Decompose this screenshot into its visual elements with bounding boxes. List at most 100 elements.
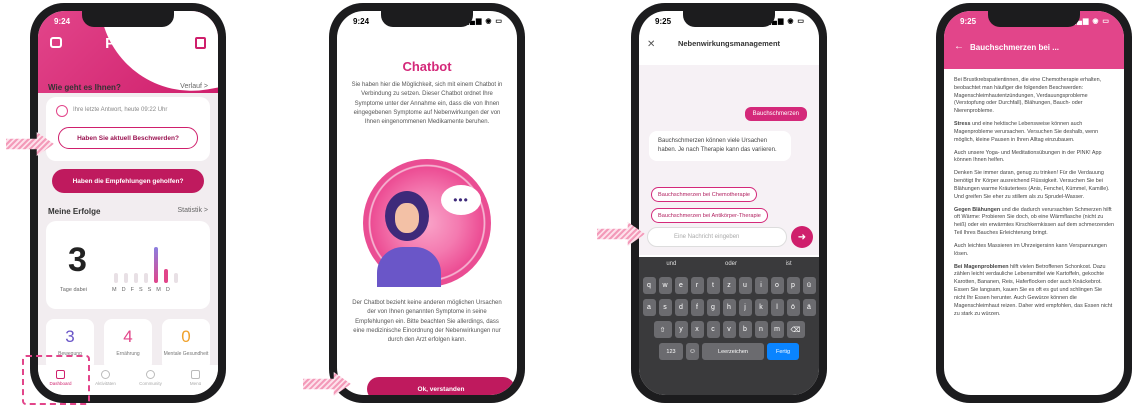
key-w[interactable]: w <box>658 277 672 294</box>
emoji-key[interactable]: ☺ <box>686 343 699 360</box>
key-n[interactable]: n <box>754 321 768 338</box>
article-paragraph: Stress und eine hektische Lebensweise kö… <box>954 121 1114 144</box>
dashboard-tab-highlight <box>22 355 90 405</box>
key-k[interactable]: k <box>754 299 768 316</box>
smiley-icon <box>56 105 68 117</box>
chat-title: Nebenwirkungsmanagement <box>677 39 781 48</box>
tab-menu-label: Menü <box>189 381 202 386</box>
days-count: 3 <box>68 241 87 279</box>
key-p[interactable]: p <box>786 277 800 294</box>
numbers-key[interactable]: 123 <box>659 343 683 360</box>
article-text: und eine hektische Lebensweise können au… <box>954 121 1099 143</box>
history-link[interactable]: Verlauf > <box>180 83 208 92</box>
keyboard-row-2: asdfghjklöä <box>642 299 816 316</box>
key-b[interactable]: b <box>738 321 752 338</box>
key-u[interactable]: u <box>738 277 752 294</box>
article-paragraph: Denken Sie immer daran, genug zu trinken… <box>954 170 1114 201</box>
weekday-label: S <box>147 287 152 293</box>
key-l[interactable]: l <box>770 299 784 316</box>
key-z[interactable]: z <box>722 277 736 294</box>
key-g[interactable]: g <box>706 299 720 316</box>
key-s[interactable]: s <box>658 299 672 316</box>
key-h[interactable]: h <box>722 299 736 316</box>
article-paragraph: Bei Magenproblemen hilft vielen Betroffe… <box>954 264 1114 319</box>
key-a[interactable]: a <box>642 299 656 316</box>
chatbot-intro-text: Sie haben hier die Möglichkeit, sich mit… <box>351 82 503 126</box>
last-answer: Ihre letzte Antwort, heute 09:22 Uhr <box>73 107 168 113</box>
stat-mental[interactable]: 0 Mentale Gesundheit <box>162 319 210 371</box>
article-text: Auch unsere Yoga- und Meditationsübungen… <box>954 149 1102 164</box>
stat-nutrition[interactable]: 4 Ernährung <box>104 319 152 371</box>
keyboard-row-4: 123 ☺ Leerzeichen Fertig <box>642 343 816 360</box>
key-ä[interactable]: ä <box>802 299 816 316</box>
keyboard-row-1: qwertzuiopü <box>642 277 816 294</box>
send-button[interactable]: ➜ <box>791 226 813 248</box>
phone-chat: 9:25 ▂▄▆ ◉ ▭ ✕ Nebenwirkungsmanagement B… <box>631 3 827 403</box>
key-f[interactable]: f <box>690 299 704 316</box>
achievements-heading: Meine Erfolge <box>48 207 101 216</box>
article-screen: 9:25 ▂▄▆ ◉ ▭ ← Bauchschmerzen bei ... Be… <box>944 11 1124 395</box>
statistics-link[interactable]: Statistik > <box>177 207 208 216</box>
notch <box>683 11 775 27</box>
suggestion-2[interactable]: oder <box>725 261 737 273</box>
suggestion-1[interactable]: und <box>666 261 676 273</box>
key-r[interactable]: r <box>690 277 704 294</box>
article-text: Denken Sie immer daran, genug zu trinken… <box>954 170 1110 200</box>
message-input[interactable]: Eine Nachricht eingeben <box>647 227 787 247</box>
key-e[interactable]: e <box>674 277 688 294</box>
tab-menu[interactable]: Menü <box>176 370 216 395</box>
notch <box>82 11 174 27</box>
key-j[interactable]: j <box>738 299 752 316</box>
weekday-label: F <box>130 287 134 293</box>
done-key[interactable]: Fertig <box>767 343 799 360</box>
space-key[interactable]: Leerzeichen <box>702 343 764 360</box>
key-q[interactable]: q <box>642 277 656 294</box>
ok-understood-button[interactable]: Ok, verstanden <box>367 377 515 395</box>
article-text: Bei Brustkrebspatientinnen, die eine Che… <box>954 77 1102 115</box>
chip-chemotherapy[interactable]: Bauchschmerzen bei Chemotherapie <box>651 187 758 202</box>
status-time: 9:24 <box>353 17 370 26</box>
stat-mental-label: Mentale Gesundheit <box>163 351 209 357</box>
back-arrow-icon[interactable]: ← <box>954 41 964 52</box>
notch <box>381 11 473 27</box>
keyboard-suggestions: und oder ist <box>642 261 816 273</box>
weekday-label: M <box>112 287 117 293</box>
complaints-button[interactable]: Haben Sie aktuell Beschwerden? <box>58 127 198 149</box>
key-t[interactable]: t <box>706 277 720 294</box>
calendar-icon[interactable] <box>195 37 206 49</box>
stat-nutrition-label: Ernährung <box>116 351 140 357</box>
dashboard-screen: 9:24 ▂▄▆ ◉ ▭ PINK! Wie geht es Ihnen? Ve… <box>38 11 218 395</box>
key-ö[interactable]: ö <box>786 299 800 316</box>
article-title: Bauchschmerzen bei ... <box>970 43 1059 52</box>
key-i[interactable]: i <box>754 277 768 294</box>
key-x[interactable]: x <box>690 321 704 338</box>
chip-antibody-therapy[interactable]: Bauchschmerzen bei Antikörper-Therapie <box>651 208 768 223</box>
key-o[interactable]: o <box>770 277 784 294</box>
days-label: Tage dabei <box>60 287 87 293</box>
tab-community[interactable]: Community <box>131 370 171 395</box>
recommendations-button[interactable]: Haben die Empfehlungen geholfen? <box>52 169 204 193</box>
key-c[interactable]: c <box>706 321 720 338</box>
achievements-row: Meine Erfolge Statistik > <box>48 207 208 216</box>
key-y[interactable]: y <box>674 321 688 338</box>
key-d[interactable]: d <box>674 299 688 316</box>
article-text: hilft vielen Betroffenen Schonkost. Dazu… <box>954 263 1113 317</box>
tab-activities[interactable]: Aktivitäten <box>86 370 126 395</box>
key-ü[interactable]: ü <box>802 277 816 294</box>
article-paragraph: Bei Brustkrebspatientinnen, die eine Che… <box>954 77 1114 116</box>
chatbot-intro-screen: 9:24 ▂▄▆ ◉ ▭ Chatbot Sie haben hier die … <box>337 11 517 395</box>
key-backspace[interactable]: ⌫ <box>786 321 805 338</box>
weekday-label: D <box>165 287 170 293</box>
suggestion-3[interactable]: ist <box>786 261 792 273</box>
key-m[interactable]: m <box>770 321 784 338</box>
avatar-body <box>377 247 441 287</box>
status-time: 9:24 <box>54 17 71 26</box>
weekday-label: M <box>156 287 161 293</box>
community-icon <box>146 370 155 379</box>
article-paragraph: Gegen Blähungen und die dadurch verursac… <box>954 207 1114 238</box>
weekday-labels: MDFSSMD <box>112 287 170 293</box>
keyboard: und oder ist qwertzuiopü asdfghjklöä ⇧ y x… <box>639 257 819 395</box>
stat-mental-value: 0 <box>181 327 191 346</box>
key-shift[interactable]: ⇧ <box>653 321 672 338</box>
key-v[interactable]: v <box>722 321 736 338</box>
